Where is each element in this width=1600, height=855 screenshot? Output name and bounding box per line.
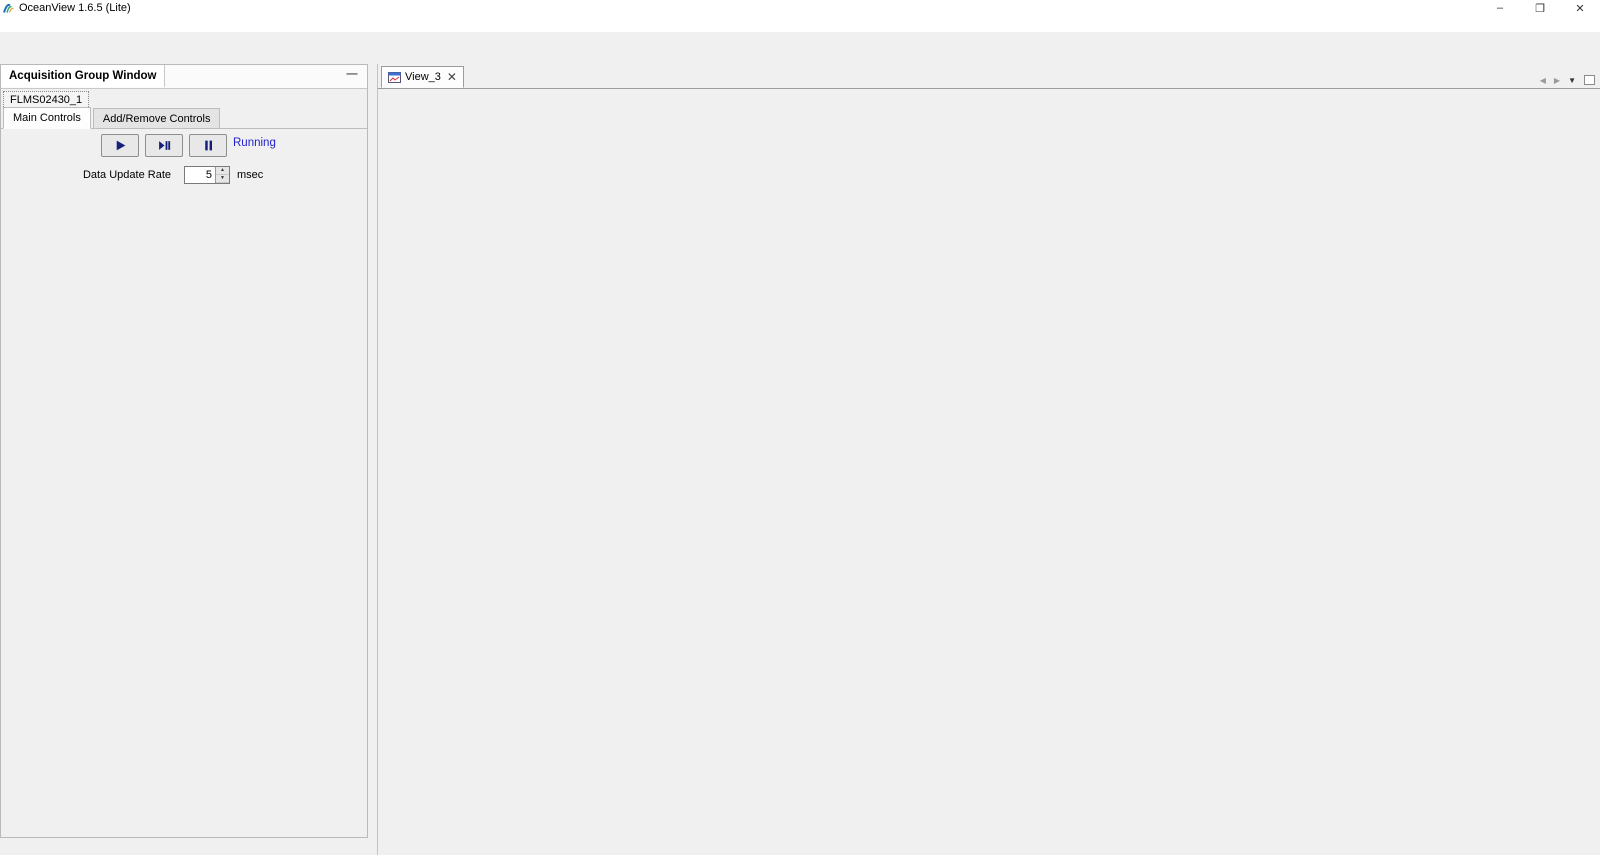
window-titlebar: OceanView 1.6.5 (Lite) – ❐ ✕	[0, 0, 1600, 16]
acquisition-panel-title: Acquisition Group Window	[1, 65, 166, 87]
main-toolbar	[0, 32, 1600, 64]
tab-main-controls[interactable]: Main Controls	[3, 107, 91, 129]
tab-list-icon[interactable]: ▼	[1568, 76, 1576, 85]
chart-toolbar	[378, 89, 1600, 122]
maximize-view-icon[interactable]	[1584, 75, 1595, 85]
single-step-icon	[158, 141, 170, 150]
status-badge: Running	[233, 137, 276, 149]
spectrum-chart[interactable]	[378, 122, 1600, 840]
chart-thumb-icon	[388, 71, 401, 83]
tab-add-remove-controls[interactable]: Add/Remove Controls	[92, 108, 221, 128]
tab-scroll-right-icon[interactable]: ▶	[1554, 76, 1560, 85]
window-title: OceanView 1.6.5 (Lite)	[19, 2, 131, 14]
view-panel: View_3 ✕ ◀ ▶ ▼	[377, 64, 1600, 855]
spinner-arrows-icon[interactable]: ▲ ▼	[215, 167, 229, 183]
play-icon	[116, 140, 125, 151]
data-update-rate-spinner[interactable]: 5 ▲ ▼	[184, 166, 230, 184]
single-step-button[interactable]	[145, 134, 183, 157]
view-tab-label: View_3	[405, 71, 441, 83]
app-logo-icon	[3, 2, 15, 14]
close-button[interactable]: ✕	[1560, 0, 1600, 16]
acquisition-panel-header: Acquisition Group Window —	[1, 65, 367, 89]
tab-nav: ◀ ▶ ▼	[1540, 75, 1595, 85]
play-button[interactable]	[101, 134, 139, 157]
acquisition-group-window: Acquisition Group Window — FLMS02430_1 M…	[0, 64, 368, 838]
maximize-button[interactable]: ❐	[1520, 0, 1560, 16]
close-tab-icon[interactable]: ✕	[447, 70, 457, 84]
data-update-rate-label: Data Update Rate	[82, 169, 171, 181]
pause-button[interactable]	[189, 134, 227, 157]
data-update-rate-unit: msec	[237, 169, 264, 181]
tab-scroll-left-icon[interactable]: ◀	[1540, 76, 1546, 85]
data-update-rate-row: Data Update Rate 5 ▲ ▼ msec	[1, 165, 367, 185]
menu-bar	[0, 16, 1600, 32]
tab-view-3[interactable]: View_3 ✕	[381, 66, 464, 88]
transport-controls: Running	[1, 134, 367, 158]
pause-icon	[204, 140, 212, 151]
view-tab-bar: View_3 ✕ ◀ ▶ ▼	[378, 66, 1600, 89]
data-update-rate-value: 5	[205, 169, 212, 181]
panel-minimize-icon[interactable]: —	[345, 68, 359, 82]
control-tabs: Main Controls Add/Remove Controls	[1, 107, 367, 129]
minimize-button[interactable]: –	[1480, 0, 1520, 16]
